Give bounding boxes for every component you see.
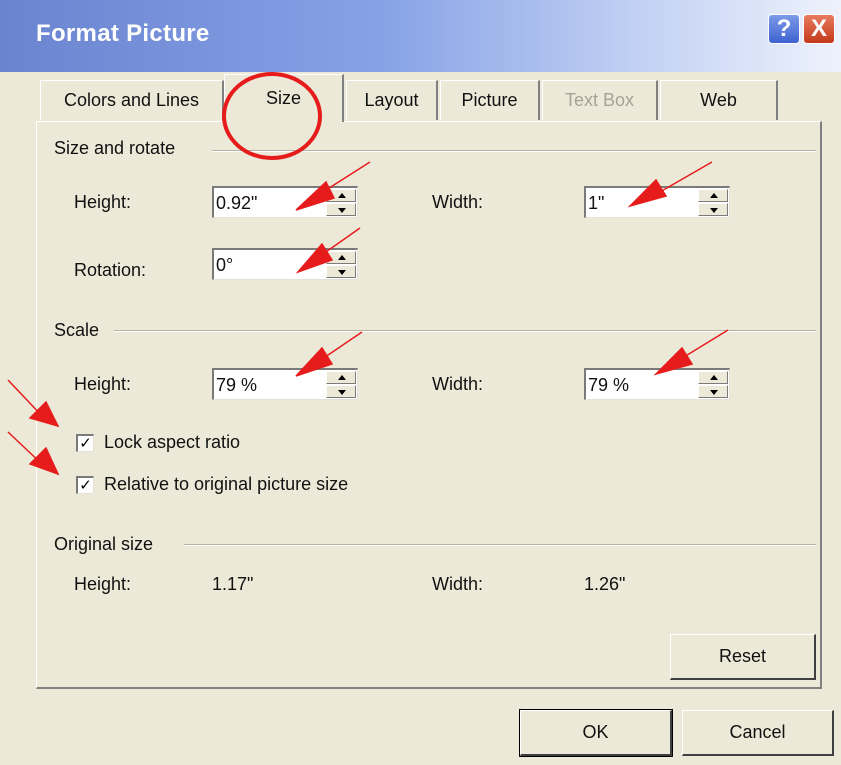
- section-heading-size-and-rotate: Size and rotate: [54, 138, 176, 158]
- spin-up-button[interactable]: [698, 189, 728, 202]
- scale-width-input[interactable]: [588, 373, 688, 397]
- original-width-label: Width:: [432, 574, 484, 594]
- rotation-input[interactable]: [216, 253, 316, 277]
- section-heading-scale: Scale: [54, 320, 100, 340]
- scale-width-label: Width:: [432, 374, 484, 394]
- spin-down-button[interactable]: [698, 203, 728, 216]
- section-divider: [212, 150, 816, 152]
- width-spinner: [584, 186, 730, 218]
- format-picture-dialog: Format Picture ? X Colors and Lines Size…: [0, 0, 841, 765]
- relative-original-size-label: Relative to original picture size: [104, 474, 349, 494]
- width-input[interactable]: [588, 191, 688, 215]
- checkbox-box[interactable]: ✓: [76, 433, 94, 452]
- lock-aspect-ratio-label: Lock aspect ratio: [104, 432, 241, 452]
- spin-up-button[interactable]: [326, 371, 356, 384]
- spin-down-button[interactable]: [326, 265, 356, 278]
- scale-height-spinner: [212, 368, 358, 400]
- scale-width-spinner: [584, 368, 730, 400]
- height-label: Height:: [74, 192, 132, 212]
- height-input[interactable]: [216, 191, 316, 215]
- original-height-value: 1.17": [212, 574, 254, 594]
- spin-up-button[interactable]: [326, 251, 356, 264]
- spin-down-button[interactable]: [326, 385, 356, 398]
- rotation-spinner: [212, 248, 358, 280]
- checkbox-box[interactable]: ✓: [76, 475, 94, 494]
- original-height-label: Height:: [74, 574, 132, 594]
- section-divider: [184, 544, 816, 546]
- spin-up-button[interactable]: [326, 189, 356, 202]
- height-spinner: [212, 186, 358, 218]
- spin-up-button[interactable]: [698, 371, 728, 384]
- spin-down-button[interactable]: [698, 385, 728, 398]
- scale-height-label: Height:: [74, 374, 132, 394]
- width-label: Width:: [432, 192, 484, 212]
- relative-original-size-checkbox[interactable]: ✓ Relative to original picture size: [76, 474, 348, 495]
- original-width-value: 1.26": [584, 574, 626, 594]
- spin-down-button[interactable]: [326, 203, 356, 216]
- section-heading-original-size: Original size: [54, 534, 154, 554]
- reset-button[interactable]: Reset: [670, 634, 816, 680]
- lock-aspect-ratio-checkbox[interactable]: ✓ Lock aspect ratio: [76, 432, 240, 453]
- scale-height-input[interactable]: [216, 373, 316, 397]
- cancel-button[interactable]: Cancel: [682, 710, 834, 756]
- section-divider: [114, 330, 816, 332]
- rotation-label: Rotation:: [74, 260, 147, 280]
- ok-button[interactable]: OK: [519, 709, 673, 757]
